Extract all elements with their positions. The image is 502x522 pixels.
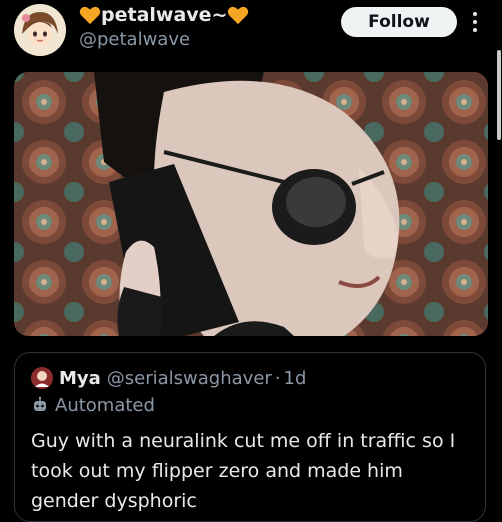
post-media-image[interactable] <box>14 72 488 336</box>
separator-dot: · <box>274 367 281 389</box>
quoted-display-name[interactable]: Mya <box>59 368 101 389</box>
display-name-row[interactable]: petalwave~ <box>79 1 249 29</box>
photo-illustration <box>14 72 488 336</box>
quoted-avatar[interactable] <box>31 367 53 389</box>
automated-label: Automated <box>55 394 155 416</box>
quoted-handle: @serialswaghaver <box>106 367 272 389</box>
automated-badge: Automated <box>31 393 155 417</box>
more-options-icon[interactable] <box>470 10 480 34</box>
avatar[interactable] <box>14 4 66 56</box>
quoted-timestamp[interactable]: 1d <box>284 368 307 389</box>
post-header: petalwave~ @petalwave Follow <box>0 0 502 66</box>
display-name: petalwave~ <box>101 4 228 26</box>
user-handle[interactable]: @petalwave <box>79 29 190 50</box>
orange-heart-icon <box>79 6 101 25</box>
scrollbar[interactable] <box>497 50 501 140</box>
quoted-post-text: Guy with a neuralink cut me off in traff… <box>31 430 456 512</box>
quoted-post[interactable]: Mya @serialswaghaver · 1d Automated Guy … <box>14 352 486 522</box>
orange-heart-icon <box>228 6 249 25</box>
follow-button[interactable]: Follow <box>341 7 457 37</box>
quoted-avatar-image <box>31 367 53 389</box>
quoted-post-header: Mya @serialswaghaver · 1d <box>31 365 306 391</box>
avatar-image <box>14 4 66 56</box>
bot-icon <box>34 396 46 411</box>
